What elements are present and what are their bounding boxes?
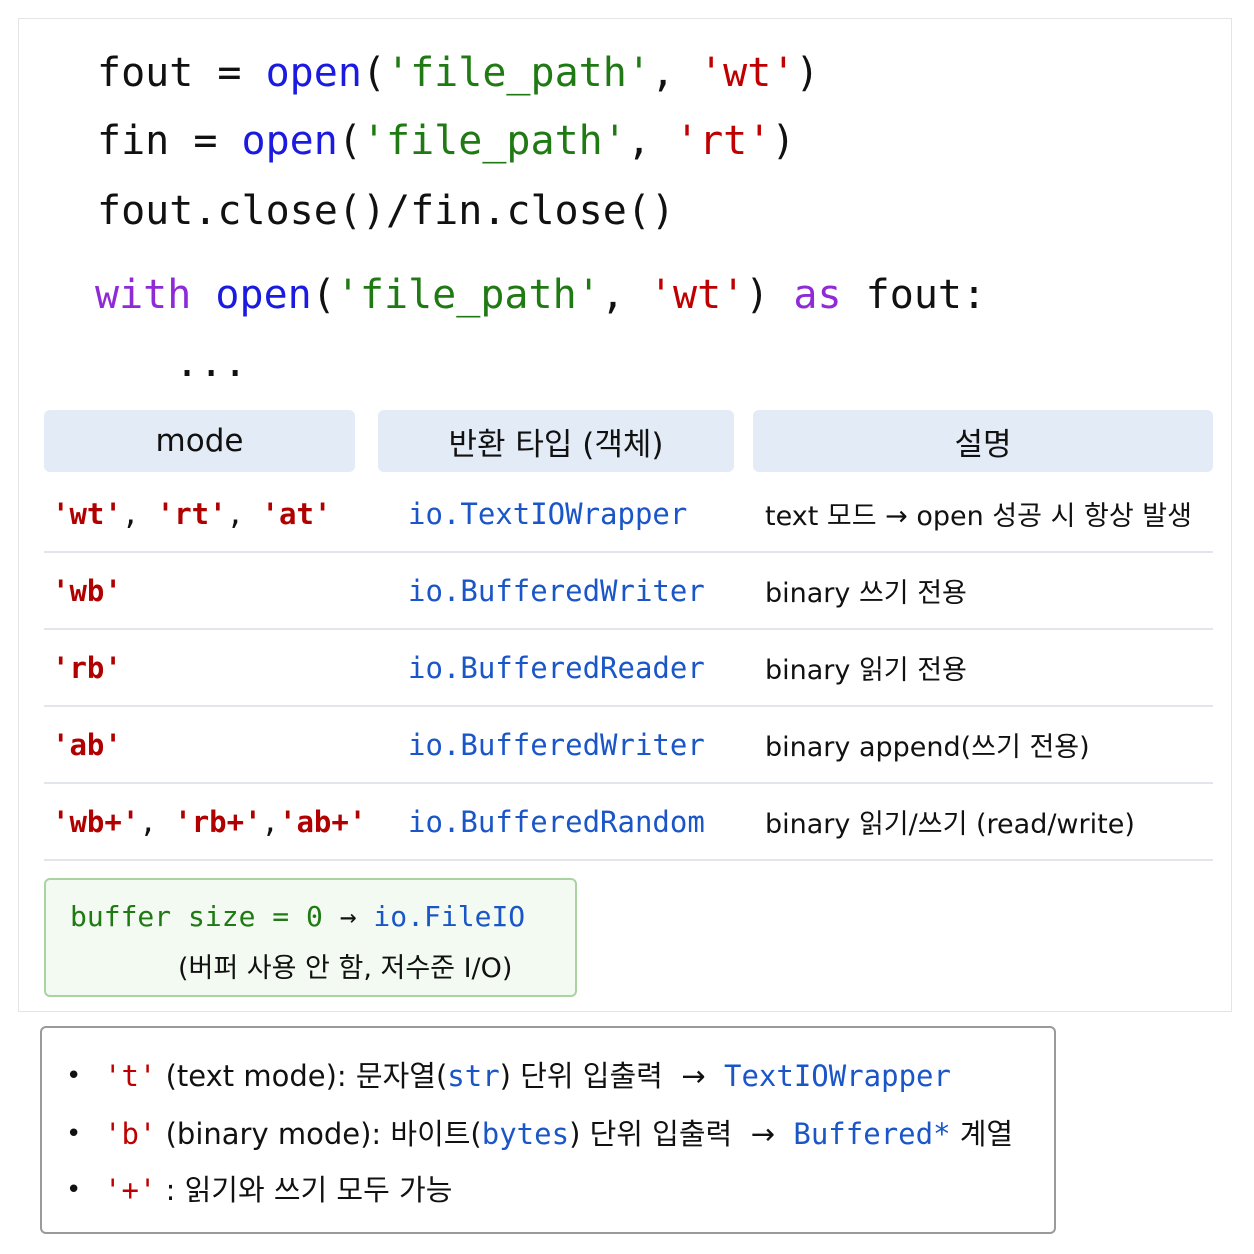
code-line-5: ... — [175, 340, 248, 386]
table-row: 'ab' io.BufferedWriter binary append(쓰기 … — [44, 707, 1213, 784]
table-row: 'wt', 'rt', 'at' io.TextIOWrapper text 모… — [44, 476, 1213, 553]
table-row: 'wb+', 'rb+','ab+' io.BufferedRandom bin… — [44, 784, 1213, 861]
type-cell: io.BufferedWriter — [408, 573, 705, 608]
code-line-4: with open('file_path', 'wt') as fout: — [95, 272, 987, 318]
buffer-note-line: buffer size = 0 → io.FileIO — [70, 900, 526, 933]
desc-cell: binary append(쓰기 전용) — [765, 732, 1090, 763]
desc-cell: text 모드 → open 성공 시 항상 발생 — [765, 501, 1192, 532]
type-cell: io.BufferedReader — [408, 650, 705, 685]
header-return-type: 반환 타입 (객체) — [378, 410, 734, 472]
code-line-3: fout.close()/fin.close() — [97, 188, 675, 234]
note-text-mode: •'t' (text mode): 문자열(str) 단위 입출력 → Text… — [66, 1059, 951, 1093]
desc-cell: binary 읽기/쓰기 (read/write) — [765, 809, 1135, 840]
table-row: 'wb' io.BufferedWriter binary 쓰기 전용 — [44, 553, 1213, 630]
desc-cell: binary 쓰기 전용 — [765, 578, 967, 609]
code-line-1: fout = open('file_path', 'wt') — [97, 50, 820, 96]
header-mode: mode — [44, 410, 355, 472]
type-cell: io.BufferedWriter — [408, 727, 705, 762]
type-cell: io.BufferedRandom — [408, 804, 705, 839]
buffer-note-subtext: (버퍼 사용 안 함, 저수준 I/O) — [178, 953, 513, 984]
mode-cell: 'wt', 'rt', 'at' — [52, 496, 332, 531]
type-cell: io.TextIOWrapper — [408, 496, 688, 531]
code-line-2: fin = open('file_path', 'rt') — [97, 118, 796, 164]
mode-cell: 'wb' — [52, 573, 122, 608]
table-row: 'rb' io.BufferedReader binary 읽기 전용 — [44, 630, 1213, 707]
header-description: 설명 — [753, 410, 1213, 472]
mode-cell: 'ab' — [52, 727, 122, 762]
mode-cell: 'wb+', 'rb+','ab+' — [52, 804, 367, 839]
desc-cell: binary 읽기 전용 — [765, 655, 967, 686]
mode-notes-box: •'t' (text mode): 문자열(str) 단위 입출력 → Text… — [40, 1026, 1056, 1234]
mode-cell: 'rb' — [52, 650, 122, 685]
note-binary-mode: •'b' (binary mode): 바이트(bytes) 단위 입출력 → … — [66, 1117, 1014, 1151]
buffer-size-note: buffer size = 0 → io.FileIO (버퍼 사용 안 함, … — [44, 878, 577, 997]
note-plus-mode: • '+' : 읽기와 쓰기 모두 가능 — [66, 1173, 453, 1207]
